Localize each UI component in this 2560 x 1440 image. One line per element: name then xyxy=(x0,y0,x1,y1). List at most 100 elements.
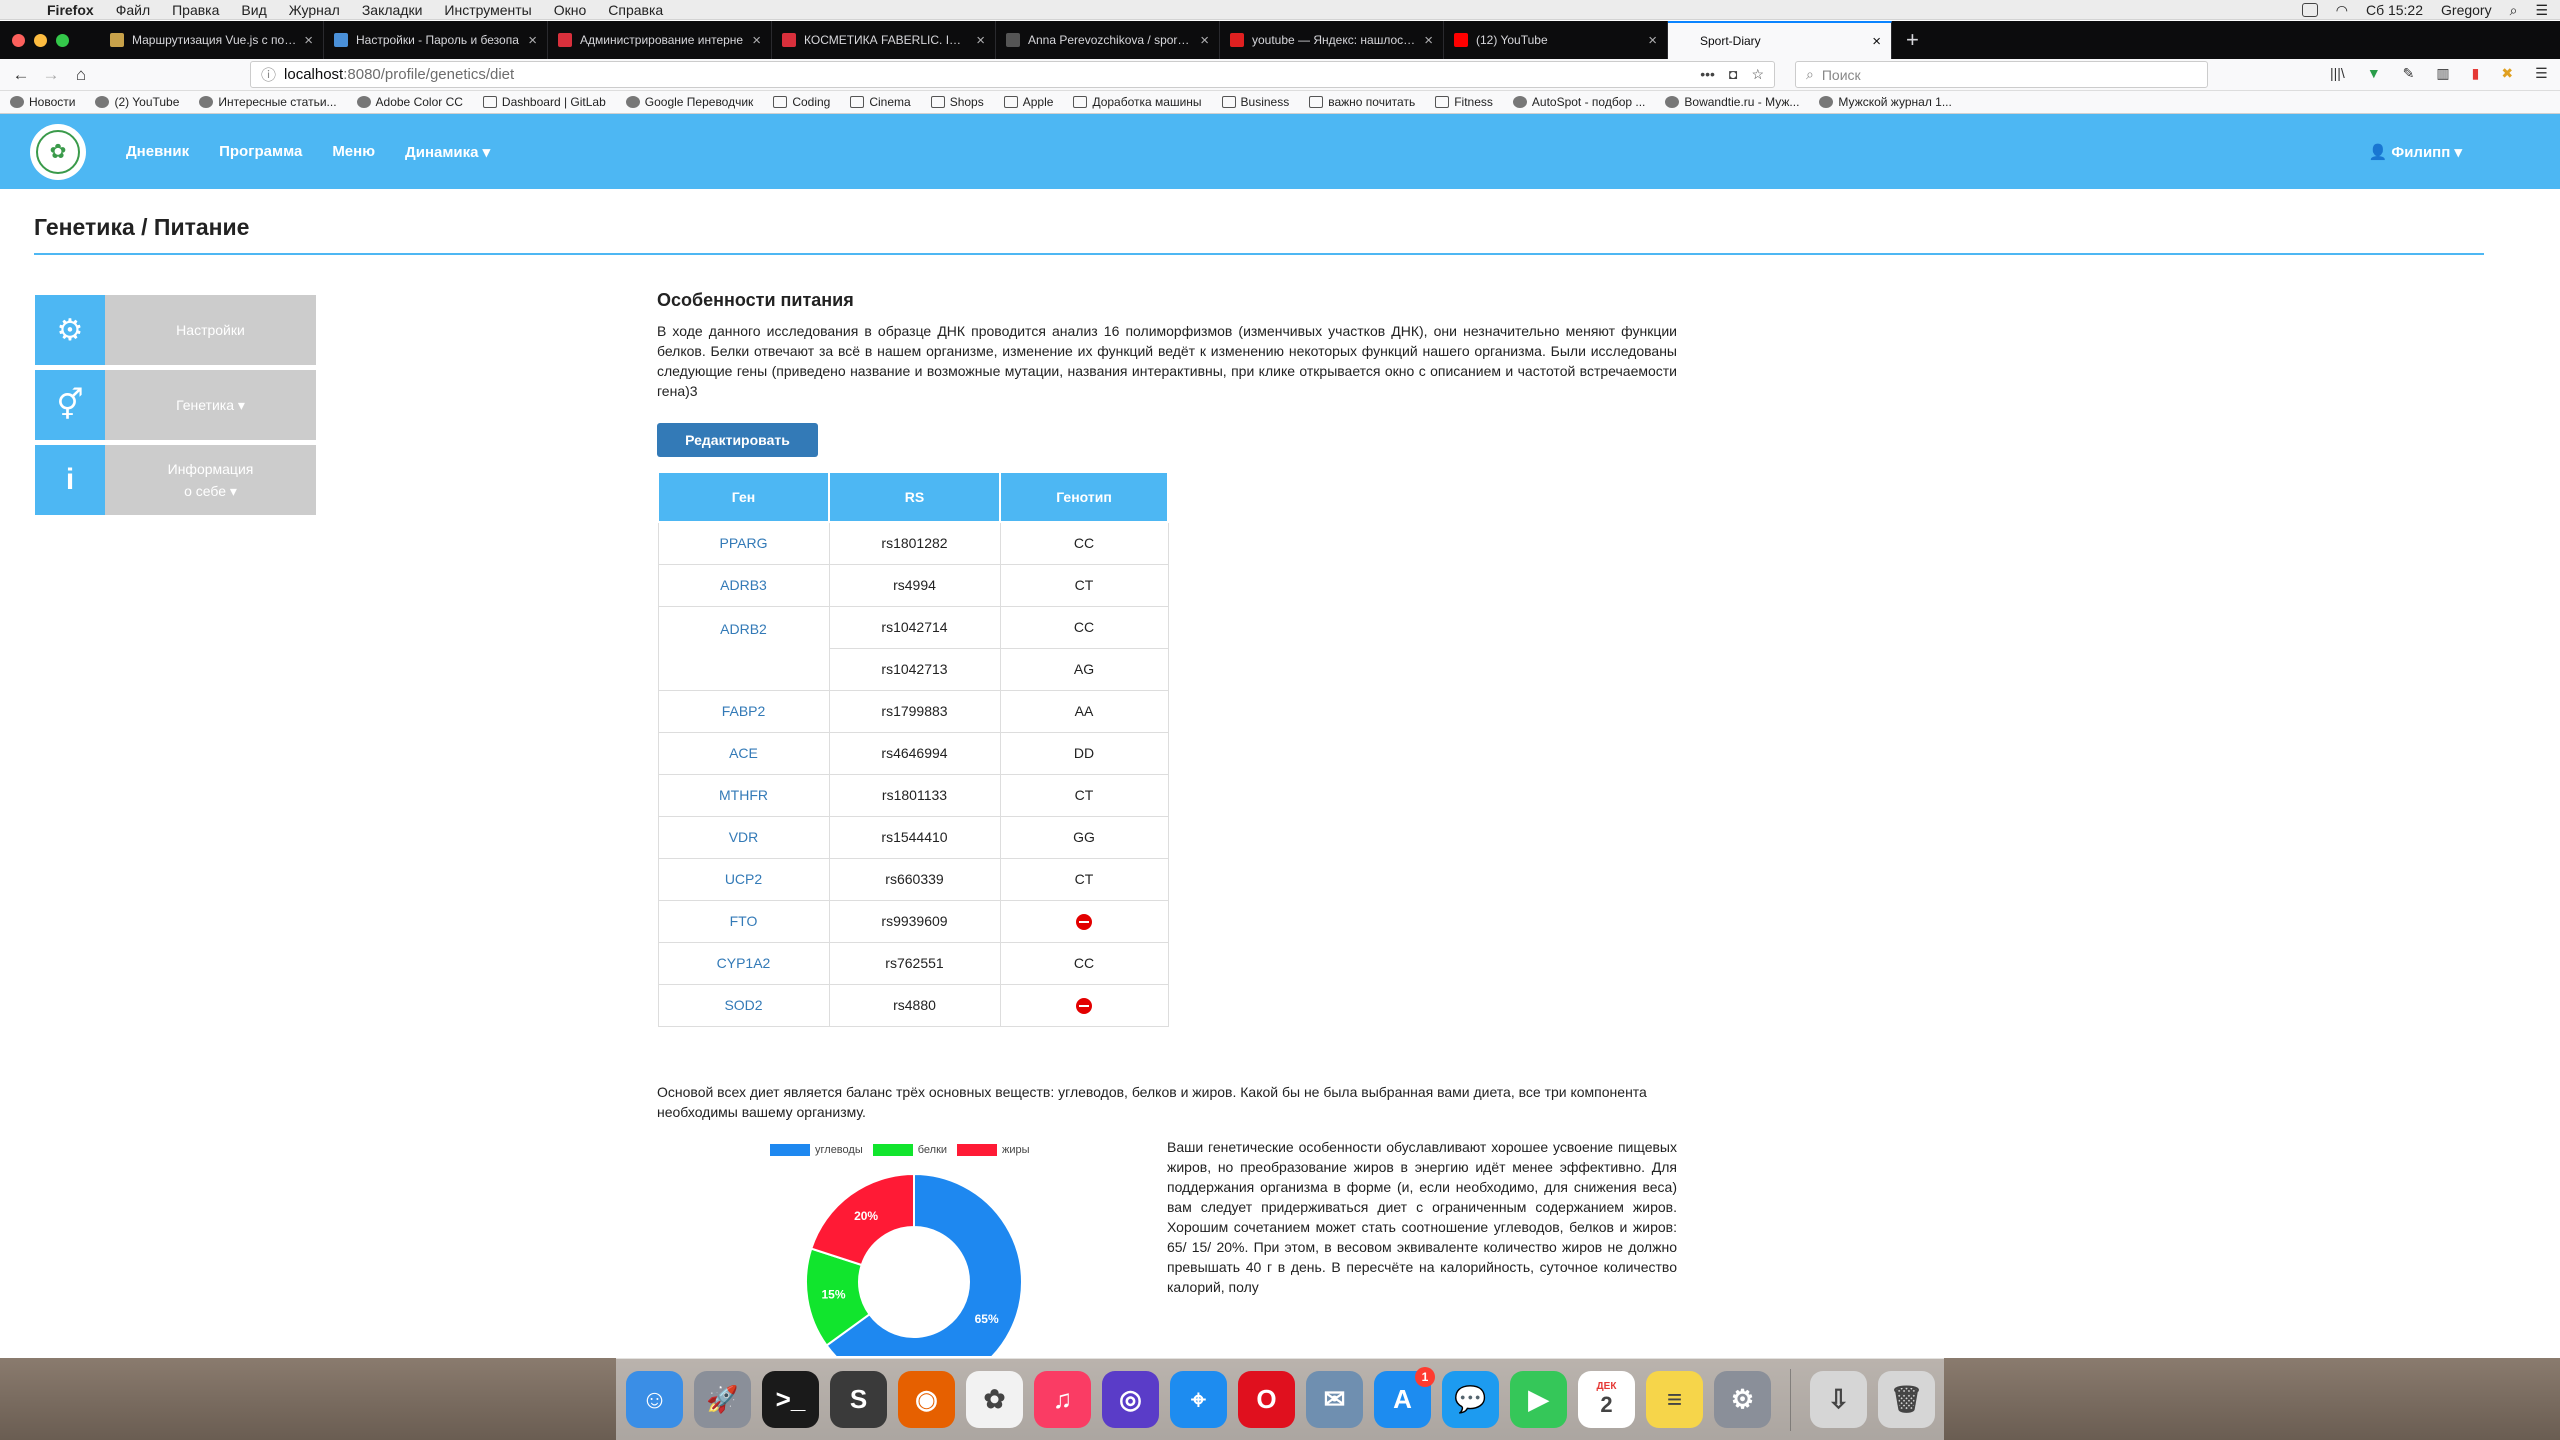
notes-icon[interactable]: ≡ xyxy=(1646,1371,1703,1428)
gene-link[interactable]: PPARG xyxy=(657,521,830,565)
browser-tab[interactable]: Sport-Diary × xyxy=(1668,21,1892,59)
menu-app[interactable]: Firefox xyxy=(36,2,105,18)
browser-tab[interactable]: Администрирование интерне × xyxy=(548,21,772,59)
sidebar-icon[interactable]: ▥ xyxy=(2436,65,2449,82)
app-logo[interactable]: ✿ xyxy=(30,123,86,180)
close-window-button[interactable] xyxy=(12,33,25,47)
sidebar-item-genetics[interactable]: ⚥ Генетика ▾ xyxy=(35,370,316,440)
close-tab-icon[interactable]: × xyxy=(976,32,985,49)
close-tab-icon[interactable]: × xyxy=(528,32,537,49)
bookmark-item[interactable]: Cinema xyxy=(850,95,911,109)
finder-icon[interactable]: ☺ xyxy=(626,1371,683,1428)
menu-view[interactable]: Вид xyxy=(230,2,277,18)
firefox-icon[interactable]: ◉ xyxy=(898,1371,955,1428)
bookmark-item[interactable]: Доработка машины xyxy=(1073,95,1202,109)
calendar-icon[interactable]: ДЕК 2 xyxy=(1578,1371,1635,1428)
forward-icon[interactable]: → xyxy=(36,65,66,85)
close-tab-icon[interactable]: × xyxy=(304,32,313,49)
notification-icon[interactable]: ☰ xyxy=(2535,2,2548,19)
safari-icon[interactable]: ⌖ xyxy=(1170,1371,1227,1428)
menu-help[interactable]: Справка xyxy=(597,2,674,18)
nav-program[interactable]: Программа xyxy=(219,143,302,160)
gene-link[interactable]: SOD2 xyxy=(657,983,830,1027)
sublime-icon[interactable]: S xyxy=(830,1371,887,1428)
bookmark-item[interactable]: Интересные статьи... xyxy=(199,95,337,109)
browser-tab[interactable]: (12) YouTube × xyxy=(1444,21,1668,59)
zoom-window-button[interactable] xyxy=(56,33,69,47)
bookmark-item[interactable]: Google Переводчик xyxy=(625,95,753,109)
clock[interactable]: Сб 15:22 xyxy=(2366,2,2423,18)
sidebar-item-about[interactable]: i Информация о себе ▾ xyxy=(35,445,316,515)
browser-tab[interactable]: КОСМЕТИКА FABERLIC. INFINI × xyxy=(772,21,996,59)
nav-diary[interactable]: Дневник xyxy=(126,143,189,160)
menu-window[interactable]: Окно xyxy=(543,2,598,18)
minimize-window-button[interactable] xyxy=(34,33,47,47)
bookmark-star-icon[interactable]: ☆ xyxy=(1751,66,1764,83)
nav-menu[interactable]: Меню xyxy=(332,143,375,160)
bookmark-item[interactable]: Shops xyxy=(930,95,984,109)
menu-history[interactable]: Журнал xyxy=(278,2,351,18)
menu-bookmarks[interactable]: Закладки xyxy=(351,2,434,18)
photos-icon[interactable]: ✿ xyxy=(966,1371,1023,1428)
bookmark-flag-icon[interactable]: ▮ xyxy=(2472,65,2480,82)
extension-cross-icon[interactable]: ✖ xyxy=(2501,65,2513,82)
gene-link[interactable]: CYP1A2 xyxy=(657,941,830,985)
bookmark-item[interactable]: AutoSpot - подбор ... xyxy=(1512,95,1645,109)
downloads-icon[interactable]: ⇩ xyxy=(1810,1371,1867,1428)
browser-tab[interactable]: Настройки - Пароль и безопа × xyxy=(324,21,548,59)
library-icon[interactable]: |||\ xyxy=(2330,65,2345,82)
edit-button[interactable]: Редактировать xyxy=(657,423,818,457)
close-tab-icon[interactable]: × xyxy=(1200,32,1209,49)
settings-icon[interactable]: ⚙ xyxy=(1714,1371,1771,1428)
gene-link[interactable]: ADRB2 xyxy=(657,605,830,691)
bookmark-item[interactable]: Новости xyxy=(10,95,75,109)
bookmark-item[interactable]: Bowandtie.ru - Муж... xyxy=(1665,95,1799,109)
close-tab-icon[interactable]: × xyxy=(1648,32,1657,49)
launchpad-icon[interactable]: 🚀 xyxy=(694,1371,751,1428)
menu-edit[interactable]: Правка xyxy=(161,2,230,18)
back-icon[interactable]: ← xyxy=(6,65,36,85)
home-icon[interactable]: ⌂ xyxy=(66,65,96,85)
bookmark-item[interactable]: Fitness xyxy=(1435,95,1493,109)
bookmark-item[interactable]: Coding xyxy=(773,95,830,109)
bookmark-item[interactable]: Мужской журнал 1... xyxy=(1819,95,1952,109)
bookmark-item[interactable]: Adobe Color CC xyxy=(356,95,463,109)
preview-icon[interactable]: ✉ xyxy=(1306,1371,1363,1428)
opera-icon[interactable]: O xyxy=(1238,1371,1295,1428)
eyedropper-icon[interactable]: ✎ xyxy=(2403,65,2415,82)
browser-tab[interactable]: Маршрутизация Vue.js с помо × xyxy=(100,21,324,59)
close-tab-icon[interactable]: × xyxy=(1872,33,1881,50)
terminal-icon[interactable]: >_ xyxy=(762,1371,819,1428)
gene-link[interactable]: ADRB3 xyxy=(657,563,830,607)
hamburger-menu-icon[interactable]: ☰ xyxy=(2535,65,2548,82)
menu-tools[interactable]: Инструменты xyxy=(433,2,542,18)
bookmark-item[interactable]: Business xyxy=(1221,95,1289,109)
search-input[interactable]: ⌕ Поиск xyxy=(1795,61,2208,88)
page-actions-icon[interactable]: ••• xyxy=(1700,66,1715,83)
new-tab-button[interactable]: + xyxy=(1892,21,1933,59)
trash-icon[interactable]: 🗑 xyxy=(1878,1371,1935,1428)
music-icon[interactable]: ♫ xyxy=(1034,1371,1091,1428)
user-menu[interactable]: 👤 Филипп ▾ xyxy=(2369,143,2462,161)
url-bar[interactable]: ⓘ localhost:8080/profile/genetics/diet •… xyxy=(250,61,1775,88)
siri-icon[interactable]: ◎ xyxy=(1102,1371,1159,1428)
bookmark-item[interactable]: Dashboard | GitLab xyxy=(482,95,606,109)
gene-link[interactable]: MTHFR xyxy=(657,773,830,817)
gene-link[interactable]: UCP2 xyxy=(657,857,830,901)
info-icon[interactable]: ⓘ xyxy=(261,64,276,85)
browser-tab[interactable]: youtube — Яндекс: нашлось 6 × xyxy=(1220,21,1444,59)
messages-icon[interactable]: 💬 xyxy=(1442,1371,1499,1428)
extension-icon[interactable]: ▼ xyxy=(2367,65,2381,82)
close-tab-icon[interactable]: × xyxy=(752,32,761,49)
facetime-icon[interactable]: ▶ xyxy=(1510,1371,1567,1428)
gene-link[interactable]: ACE xyxy=(657,731,830,775)
browser-tab[interactable]: Anna Perevozchikova / sport-di × xyxy=(996,21,1220,59)
appstore-icon[interactable]: A1 xyxy=(1374,1367,1435,1428)
battery-icon[interactable] xyxy=(2301,3,2318,17)
bookmark-item[interactable]: (2) YouTube xyxy=(95,95,179,109)
bookmark-item[interactable]: важно почитать xyxy=(1309,95,1415,109)
gene-link[interactable]: FTO xyxy=(657,899,830,943)
menu-file[interactable]: Файл xyxy=(105,2,161,18)
nav-dynamics[interactable]: Динамика ▾ xyxy=(405,143,490,161)
close-tab-icon[interactable]: × xyxy=(1424,32,1433,49)
